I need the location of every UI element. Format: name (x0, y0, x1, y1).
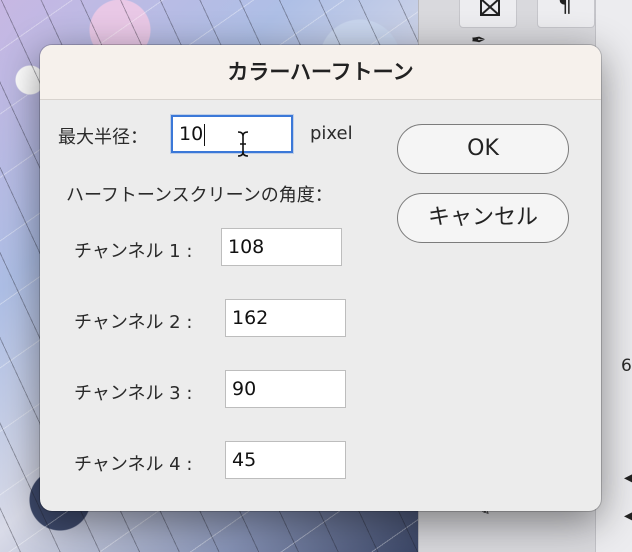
cancel-button[interactable]: キャンセル (397, 193, 569, 243)
channel-1-label: チャンネル 1 : (74, 241, 193, 262)
max-radius-input[interactable]: 10 (171, 115, 293, 153)
paragraph-tool[interactable]: ¶ (537, 0, 595, 28)
max-radius-unit: pixel (310, 123, 353, 144)
ok-button[interactable]: OK (397, 124, 569, 174)
max-radius-value: 10 (179, 123, 204, 145)
screen-angles-heading: ハーフトーンスクリーンの角度： (66, 185, 333, 206)
crop-frame-icon (480, 0, 500, 16)
channel-1-value: 108 (228, 236, 265, 258)
channel-4-input[interactable]: 45 (225, 441, 346, 479)
channel-4-label: チャンネル 4 : (74, 454, 193, 475)
channel-3-label: チャンネル 3 : (74, 383, 193, 404)
text-caret (204, 123, 206, 146)
arrow-left-icon[interactable]: ◀ (624, 508, 632, 524)
dialog-titlebar[interactable]: カラーハーフトーン (40, 45, 601, 100)
arrow-left-icon[interactable]: ◀ (624, 470, 632, 486)
panel-number: 6 (621, 356, 632, 376)
channel-3-input[interactable]: 90 (225, 370, 346, 408)
ibeam-cursor-icon (237, 131, 249, 157)
paragraph-icon: ¶ (558, 0, 572, 18)
max-radius-label: 最大半径： (58, 127, 148, 148)
channel-4-value: 45 (232, 449, 257, 471)
channel-1-input[interactable]: 108 (221, 228, 342, 266)
crop-frame-tool[interactable] (459, 0, 517, 28)
channel-2-value: 162 (232, 307, 269, 329)
channel-2-label: チャンネル 2 : (74, 312, 193, 333)
dialog-title: カラーハーフトーン (227, 60, 414, 84)
channel-2-input[interactable]: 162 (225, 299, 346, 337)
channel-3-value: 90 (232, 378, 257, 400)
color-halftone-dialog: カラーハーフトーン 最大半径： 10 pixel ハーフトーンスクリーンの角度：… (40, 45, 601, 511)
